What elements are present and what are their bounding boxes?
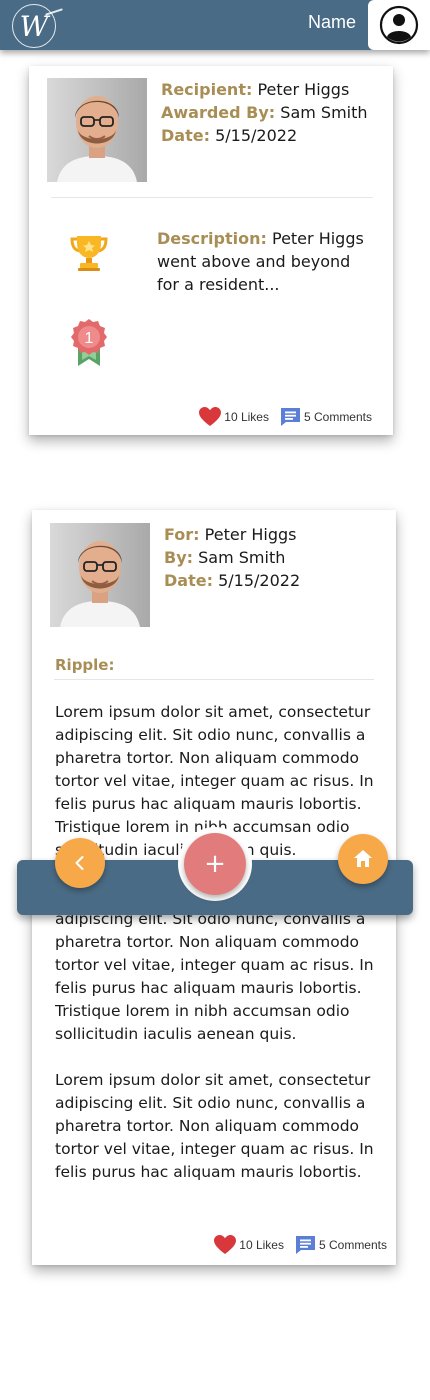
- chevron-left-icon: [75, 856, 84, 870]
- comments-button[interactable]: 5 Comments: [280, 407, 372, 427]
- recipient-value: Peter Higgs: [257, 80, 350, 99]
- date-value: 5/15/2022: [218, 571, 301, 590]
- likes-count: 10 Likes: [224, 410, 269, 424]
- ripple-label: Ripple:: [55, 656, 115, 674]
- by-label: By:: [164, 548, 194, 567]
- comment-icon: [280, 408, 300, 426]
- likes-button[interactable]: 10 Likes: [214, 1235, 284, 1255]
- recipient-label: Recipient:: [161, 80, 253, 99]
- by-value: Sam Smith: [198, 548, 286, 567]
- description-label: Description:: [157, 229, 267, 248]
- person-photo-icon: [47, 78, 147, 182]
- comments-button[interactable]: 5 Comments: [295, 1235, 387, 1255]
- home-icon: [354, 850, 372, 867]
- heart-icon: [199, 407, 222, 426]
- medal-number: 1: [85, 330, 94, 347]
- user-name[interactable]: Name: [308, 12, 356, 33]
- plus-icon: +: [204, 849, 226, 879]
- user-avatar-icon: [379, 5, 419, 45]
- likes-count: 10 Likes: [239, 1238, 284, 1252]
- award-meta: Recipient: Peter Higgs Awarded By: Sam S…: [161, 78, 368, 147]
- by-row: By: Sam Smith: [164, 546, 300, 569]
- date-value: 5/15/2022: [215, 126, 298, 145]
- ripple-stats: 10 Likes 5 Comments: [214, 1235, 387, 1255]
- awarded-by-value: Sam Smith: [280, 103, 368, 122]
- date-label: Date:: [164, 571, 213, 590]
- awarded-by-label: Awarded By:: [161, 103, 276, 122]
- logo-letter: W: [19, 9, 49, 43]
- person-photo-icon: [50, 523, 150, 627]
- comments-count: 5 Comments: [303, 410, 372, 424]
- award-stats: 10 Likes 5 Comments: [199, 407, 372, 427]
- recipient-photo: [50, 523, 150, 627]
- app-logo[interactable]: W: [12, 4, 63, 48]
- comments-count: 5 Comments: [318, 1238, 387, 1252]
- add-button[interactable]: +: [184, 833, 246, 895]
- profile-button[interactable]: [368, 0, 430, 50]
- comment-icon: [295, 1236, 315, 1254]
- for-row: For: Peter Higgs: [164, 523, 300, 546]
- card-divider: [54, 679, 374, 680]
- app-header: W Name: [0, 0, 430, 50]
- likes-button[interactable]: 10 Likes: [199, 407, 269, 427]
- ripple-meta: For: Peter Higgs By: Sam Smith Date: 5/1…: [164, 523, 300, 592]
- trophy-icon: [70, 236, 108, 271]
- recipient-row: Recipient: Peter Higgs: [161, 78, 368, 101]
- back-button[interactable]: [55, 838, 105, 888]
- recipient-photo: [47, 78, 147, 182]
- award-card[interactable]: Recipient: Peter Higgs Awarded By: Sam S…: [29, 66, 393, 435]
- date-row: Date: 5/15/2022: [164, 569, 300, 592]
- ripple-body: Lorem ipsum dolor sit amet, consectetur …: [55, 703, 374, 1181]
- date-row: Date: 5/15/2022: [161, 124, 368, 147]
- awarded-by-row: Awarded By: Sam Smith: [161, 101, 368, 124]
- card-divider: [51, 197, 373, 198]
- for-label: For:: [164, 525, 200, 544]
- heart-icon: [214, 1235, 237, 1254]
- home-button[interactable]: [338, 834, 388, 884]
- award-description: Description: Peter Higgs went above and …: [157, 227, 372, 296]
- for-value: Peter Higgs: [204, 525, 297, 544]
- medal-icon: 1: [71, 319, 107, 366]
- date-label: Date:: [161, 126, 210, 145]
